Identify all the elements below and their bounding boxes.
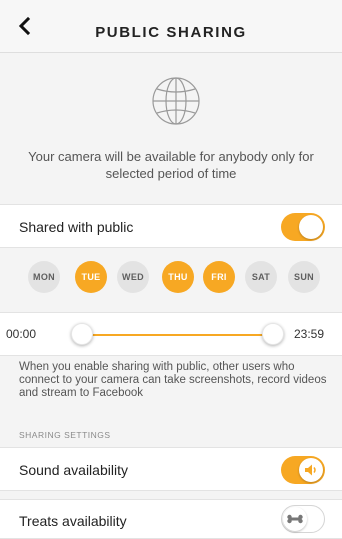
sound-availability-toggle[interactable] bbox=[281, 456, 325, 484]
treats-availability-toggle[interactable] bbox=[281, 505, 325, 533]
day-sat[interactable]: SAT bbox=[245, 261, 277, 293]
day-fri[interactable]: FRI bbox=[203, 261, 235, 293]
day-sun[interactable]: SUN bbox=[288, 261, 320, 293]
treats-availability-row: Treats availability bbox=[0, 499, 342, 539]
day-wed[interactable]: WED bbox=[117, 261, 149, 293]
time-range-row: 00:00 23:59 bbox=[0, 312, 342, 356]
bone-icon bbox=[287, 514, 303, 524]
day-selector: MON TUE WED THU FRI SAT SUN bbox=[0, 248, 342, 308]
time-range-track[interactable] bbox=[82, 334, 273, 336]
time-start-handle[interactable] bbox=[71, 323, 93, 345]
treats-availability-label: Treats availability bbox=[19, 513, 127, 529]
shared-with-public-toggle[interactable] bbox=[281, 213, 325, 241]
shared-with-public-row: Shared with public bbox=[0, 204, 342, 248]
speaker-icon bbox=[305, 464, 316, 476]
shared-with-public-label: Shared with public bbox=[19, 219, 134, 235]
time-end-handle[interactable] bbox=[262, 323, 284, 345]
time-start-label: 00:00 bbox=[6, 327, 37, 341]
globe-icon bbox=[152, 77, 200, 125]
sharing-description: Your camera will be available for anybod… bbox=[28, 149, 314, 181]
page-title: PUBLIC SHARING bbox=[95, 24, 247, 41]
toggle-knob bbox=[283, 507, 307, 531]
sound-availability-label: Sound availability bbox=[19, 462, 128, 478]
sharing-note: When you enable sharing with public, oth… bbox=[19, 361, 327, 399]
header-bar: PUBLIC SHARING bbox=[0, 0, 342, 53]
toggle-knob bbox=[299, 215, 323, 239]
toggle-knob bbox=[299, 458, 323, 482]
time-end-label: 23:59 bbox=[294, 327, 325, 341]
day-thu[interactable]: THU bbox=[162, 261, 194, 293]
section-title: SHARING SETTINGS bbox=[19, 430, 111, 440]
day-mon[interactable]: MON bbox=[28, 261, 60, 293]
day-tue[interactable]: TUE bbox=[75, 261, 107, 293]
sound-availability-row: Sound availability bbox=[0, 447, 342, 491]
